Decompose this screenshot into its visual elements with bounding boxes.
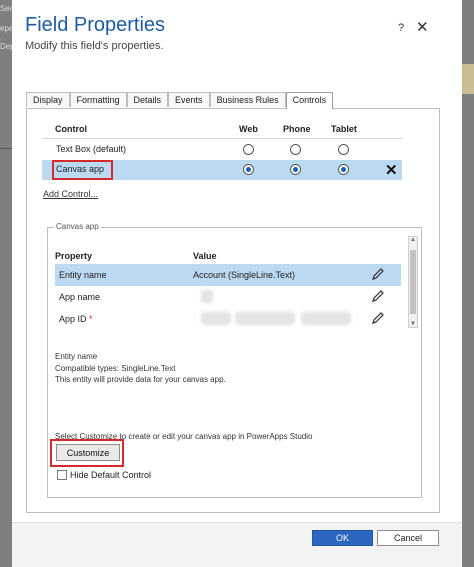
required-marker: * <box>89 314 93 324</box>
web-radio[interactable] <box>243 164 254 175</box>
remove-control-icon[interactable]: ✕ <box>385 161 398 179</box>
property-name: App name <box>59 292 101 302</box>
add-control-link[interactable]: Add Control... <box>43 189 98 199</box>
dialog-subtitle: Modify this field's properties. <box>25 40 164 52</box>
property-row-entity-name[interactable]: Entity name Account (SingleLine.Text) <box>55 264 401 286</box>
background-divider <box>0 148 12 149</box>
tab-formatting[interactable]: Formatting <box>69 92 127 107</box>
tablet-radio[interactable] <box>338 164 349 175</box>
ok-button[interactable]: OK <box>312 530 373 546</box>
property-header: Property <box>55 251 93 261</box>
hide-default-label: Hide Default Control <box>70 470 152 480</box>
hide-default-checkbox[interactable] <box>57 470 67 480</box>
control-header: Control <box>55 124 87 134</box>
tab-events[interactable]: Events <box>168 92 210 107</box>
tab-display[interactable]: Display <box>26 92 70 107</box>
phone-header: Phone <box>283 124 311 134</box>
background-banner <box>462 64 474 94</box>
web-header: Web <box>239 124 258 134</box>
property-row-app-id[interactable]: App ID * <box>55 308 401 330</box>
description-title: Entity name <box>55 352 98 361</box>
scroll-up-icon[interactable]: ▲ <box>409 237 417 243</box>
dialog-title: Field Properties <box>25 14 166 36</box>
description-text: This entity will provide data for your c… <box>55 375 226 384</box>
property-row-app-name[interactable]: App name <box>55 286 401 308</box>
header-divider <box>42 138 402 139</box>
tab-business-rules[interactable]: Business Rules <box>209 92 286 107</box>
cancel-button[interactable]: Cancel <box>377 530 439 546</box>
pencil-icon[interactable] <box>371 289 385 303</box>
property-name: App ID * <box>59 314 93 324</box>
description-types: Compatible types: SingleLine.Text <box>55 364 176 373</box>
tablet-radio[interactable] <box>338 144 349 155</box>
value-header: Value <box>193 251 217 261</box>
tab-bar: Display Formatting Details Events Busine… <box>26 92 334 109</box>
tab-details[interactable]: Details <box>126 92 169 107</box>
close-icon[interactable]: ✕ <box>416 18 429 36</box>
control-row-textbox[interactable]: Text Box (default) <box>42 140 402 160</box>
redacted-value <box>301 312 351 325</box>
web-radio[interactable] <box>243 144 254 155</box>
property-name: Entity name <box>59 270 107 280</box>
scroll-thumb[interactable] <box>410 250 416 314</box>
tab-controls[interactable]: Controls <box>285 92 334 109</box>
control-label: Text Box (default) <box>56 144 127 154</box>
tablet-header: Tablet <box>331 124 357 134</box>
help-icon[interactable]: ? <box>398 22 404 34</box>
customize-highlight <box>50 439 124 467</box>
redacted-value <box>201 290 213 303</box>
redacted-value <box>201 312 231 325</box>
canvas-app-highlight <box>52 160 113 180</box>
redacted-value <box>235 312 295 325</box>
phone-radio[interactable] <box>290 144 301 155</box>
phone-radio[interactable] <box>290 164 301 175</box>
scroll-down-icon[interactable]: ▼ <box>409 321 417 327</box>
pencil-icon[interactable] <box>371 311 385 325</box>
pencil-icon[interactable] <box>371 267 385 281</box>
group-title: Canvas app <box>54 222 101 231</box>
property-scrollbar[interactable]: ▲ ▼ <box>408 236 418 328</box>
property-value: Account (SingleLine.Text) <box>193 270 296 280</box>
